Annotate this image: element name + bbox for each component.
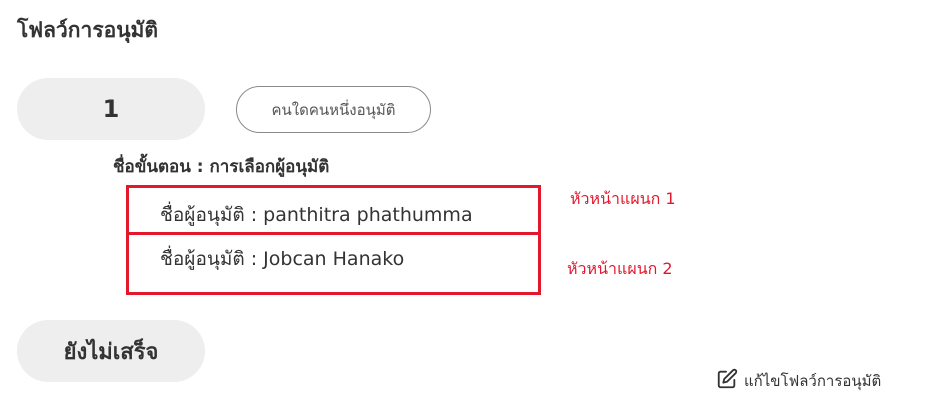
edit-approval-flow-link[interactable]: แก้ไขโฟลว์การอนุมัติ xyxy=(716,368,881,394)
approver-name-1: ชื่อผู้อนุมัติ : panthitra phathumma xyxy=(160,204,473,226)
approver-annotation-2: หัวหน้าแผนก 2 xyxy=(567,259,673,278)
approver-annotation-1: หัวหน้าแผนก 1 xyxy=(570,189,676,208)
step-name-label: ชื่อขั้นตอน : การเลือกผู้อนุมัติ xyxy=(113,157,330,177)
edit-icon xyxy=(716,368,744,394)
page-title: โฟลว์การอนุมัติ xyxy=(17,18,159,42)
approval-flow-panel: โฟลว์การอนุมัติ 1 คนใดคนหนึ่งอนุมัติ ชื่… xyxy=(0,0,939,416)
status-badge: ยังไม่เสร็จ xyxy=(17,320,205,382)
approvers-highlight-divider xyxy=(126,232,541,235)
step-number-badge: 1 xyxy=(17,78,205,140)
approval-condition-badge: คนใดคนหนึ่งอนุมัติ xyxy=(236,86,431,133)
approver-name-2: ชื่อผู้อนุมัติ : Jobcan Hanako xyxy=(160,248,405,270)
edit-approval-flow-label: แก้ไขโฟลว์การอนุมัติ xyxy=(744,372,882,390)
